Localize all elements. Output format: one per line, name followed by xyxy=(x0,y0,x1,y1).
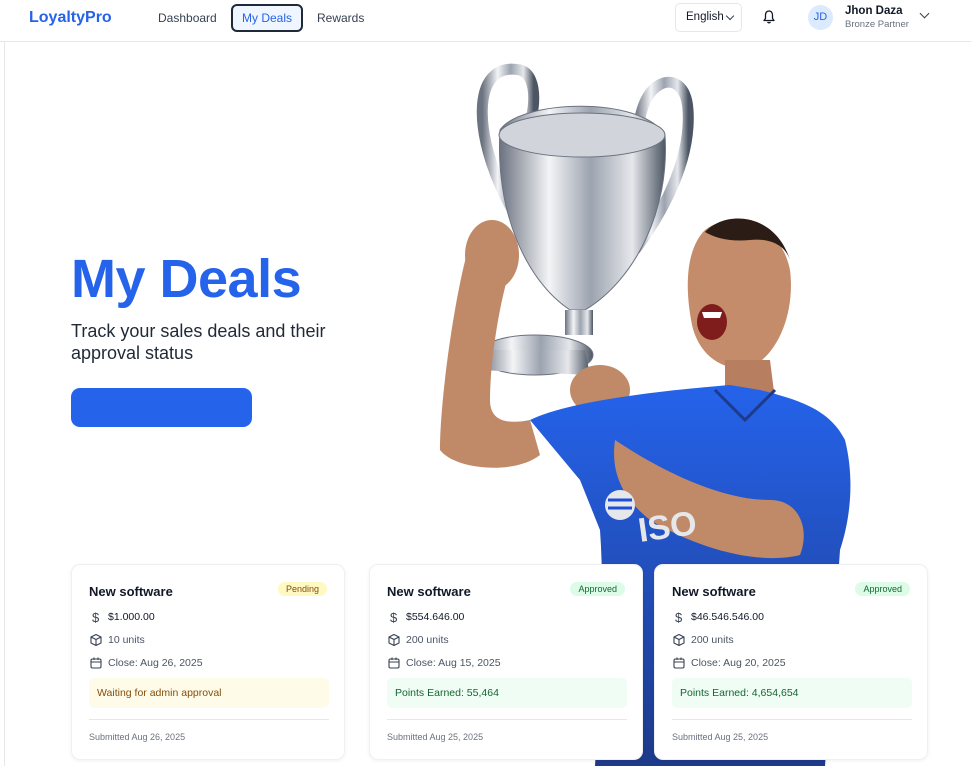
box-icon xyxy=(673,633,685,647)
dollar-icon: $ xyxy=(675,610,683,624)
card-divider xyxy=(672,719,912,720)
submitted-date: Submitted Aug 25, 2025 xyxy=(672,732,769,742)
status-badge: Approved xyxy=(570,582,625,596)
status-badge: Approved xyxy=(855,582,910,596)
page-subtitle: Track your sales deals and their approva… xyxy=(71,321,326,363)
approval-status-message: Waiting for admin approval xyxy=(89,678,329,708)
chevron-down-icon xyxy=(725,11,735,21)
brand-logo[interactable]: LoyaltyPro xyxy=(29,9,112,27)
submitted-date: Submitted Aug 26, 2025 xyxy=(89,732,186,742)
card-divider xyxy=(387,719,627,720)
jersey-text: ISO xyxy=(636,504,699,550)
status-badge: Pending xyxy=(277,582,327,596)
deal-card[interactable]: New software Pending $ $1.000.00 10 units… xyxy=(71,564,345,760)
calendar-icon xyxy=(388,657,400,669)
deal-close-date: Close: Aug 20, 2025 xyxy=(672,656,786,670)
user-name[interactable]: Jhon Daza xyxy=(845,5,903,17)
language-select[interactable]: English xyxy=(675,3,742,32)
calendar-icon xyxy=(90,657,102,669)
deal-card[interactable]: New software Approved $ $554.646.00 200 u… xyxy=(369,564,643,760)
deal-units: 10 units xyxy=(89,633,145,647)
calendar-icon xyxy=(673,657,685,669)
dollar-icon: $ xyxy=(390,610,398,624)
user-tier: Bronze Partner xyxy=(845,19,909,30)
deal-amount: $ $46.546.546.00 xyxy=(672,610,764,624)
page-left-border xyxy=(4,42,5,766)
user-menu-chevron-icon[interactable] xyxy=(919,8,930,19)
svg-text:$: $ xyxy=(675,610,683,624)
page-title: My Deals xyxy=(71,249,302,309)
deal-units: 200 units xyxy=(387,633,449,647)
box-icon xyxy=(388,633,400,647)
card-divider xyxy=(89,719,329,720)
nav-rewards[interactable]: Rewards xyxy=(307,4,374,32)
deal-close-date: Close: Aug 26, 2025 xyxy=(89,656,203,670)
deal-title: New software xyxy=(672,584,756,599)
svg-text:$: $ xyxy=(92,610,100,624)
nav-dashboard[interactable]: Dashboard xyxy=(148,4,227,32)
language-label: English xyxy=(686,11,724,23)
hero-cta-button[interactable] xyxy=(71,388,252,427)
svg-text:$: $ xyxy=(390,610,398,624)
deal-amount: $ $554.646.00 xyxy=(387,610,464,624)
deal-title: New software xyxy=(89,584,173,599)
points-earned-message: Points Earned: 55,464 xyxy=(387,678,627,708)
nav-my-deals[interactable]: My Deals xyxy=(231,4,304,32)
avatar[interactable]: JD xyxy=(808,5,833,30)
deal-title: New software xyxy=(387,584,471,599)
top-navbar: LoyaltyPro Dashboard My Deals Rewards En… xyxy=(0,0,971,42)
deal-card[interactable]: New software Approved $ $46.546.546.00 20… xyxy=(654,564,928,760)
deal-units: 200 units xyxy=(672,633,734,647)
notification-bell-icon[interactable] xyxy=(762,9,776,25)
deal-close-date: Close: Aug 15, 2025 xyxy=(387,656,501,670)
dollar-icon: $ xyxy=(92,610,100,624)
points-earned-message: Points Earned: 4,654,654 xyxy=(672,678,912,708)
box-icon xyxy=(90,633,102,647)
submitted-date: Submitted Aug 25, 2025 xyxy=(387,732,484,742)
deal-amount: $ $1.000.00 xyxy=(89,610,155,624)
